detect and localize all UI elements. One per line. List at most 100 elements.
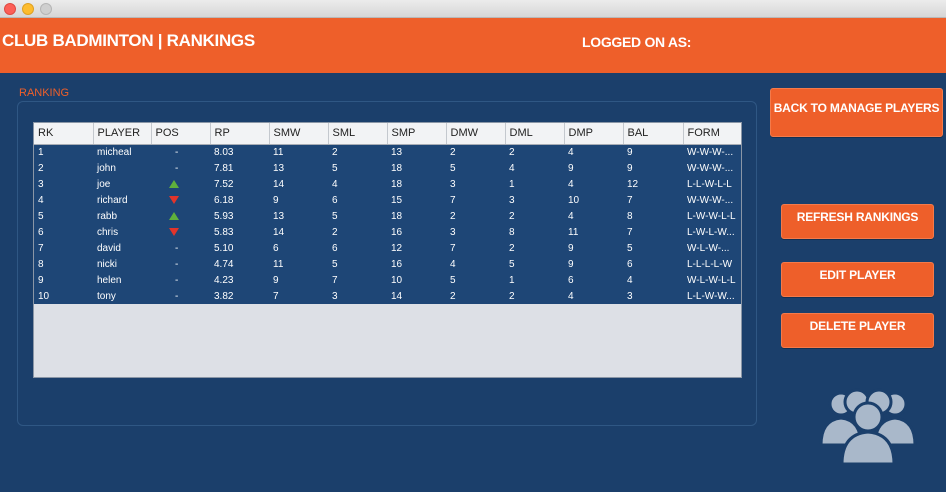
column-header-smp[interactable]: SMP — [387, 123, 447, 145]
cell-form: W-W-W-... — [687, 162, 734, 174]
ranking-section-label: RANKING — [19, 87, 70, 99]
cell-rk: 5 — [38, 210, 44, 222]
zoom-window-button[interactable] — [40, 3, 52, 15]
cell-bal: 7 — [627, 226, 633, 238]
refresh-rankings-button[interactable]: REFRESH RANKINGS — [781, 204, 934, 239]
pos-unchanged: - — [175, 274, 179, 286]
cell-rk: 6 — [38, 226, 44, 238]
table-row[interactable]: 9 helen - 4.23 9 7 10 5 1 6 4 W-L-W-L-L — [34, 272, 741, 288]
column-header-smw[interactable]: SMW — [269, 123, 329, 145]
cell-rk: 1 — [38, 146, 44, 158]
cell-player: richard — [97, 194, 128, 206]
cell-bal: 5 — [627, 242, 633, 254]
column-header-bal[interactable]: BAL — [623, 123, 684, 145]
cell-player: tony — [97, 290, 116, 302]
cell-sml: 6 — [332, 242, 338, 254]
pos-unchanged: - — [175, 258, 179, 270]
cell-smw: 9 — [273, 194, 279, 206]
table-row[interactable]: 5 rabb 5.93 13 5 18 2 2 4 8 L-W-W-L-L — [34, 208, 741, 224]
cell-smp: 14 — [391, 290, 403, 302]
cell-sml: 2 — [332, 226, 338, 238]
cell-dmw: 3 — [450, 226, 456, 238]
table-header-row: RK PLAYER POS RP SMW SML SMP DMW DML DMP BAL FORM — [34, 123, 741, 145]
column-header-sml[interactable]: SML — [328, 123, 388, 145]
cell-dml: 3 — [509, 194, 515, 206]
page-title: CLUB BADMINTON | RANKINGS — [2, 31, 255, 50]
table-row[interactable]: 10 tony - 3.82 7 3 14 2 2 4 3 L-L-W-W... — [34, 288, 741, 304]
cell-form: L-L-L-L-W — [687, 258, 733, 270]
cell-pos — [151, 176, 210, 192]
cell-dml: 1 — [509, 274, 515, 286]
cell-pos — [151, 208, 210, 224]
cell-smp: 12 — [391, 242, 403, 254]
cell-sml: 5 — [332, 210, 338, 222]
cell-dmp: 9 — [568, 242, 574, 254]
table-row[interactable]: 6 chris 5.83 14 2 16 3 8 11 7 L-W-L-W... — [34, 224, 741, 240]
column-header-player[interactable]: PLAYER — [93, 123, 152, 145]
cell-rp: 5.93 — [214, 210, 234, 222]
cell-smw: 13 — [273, 162, 285, 174]
cell-player: nicki — [97, 258, 118, 270]
pos-unchanged: - — [175, 146, 179, 158]
column-header-rp[interactable]: RP — [210, 123, 270, 145]
table-row[interactable]: 3 joe 7.52 14 4 18 3 1 4 12 L-L-W-L-L — [34, 176, 741, 192]
table-row[interactable]: 2 john - 7.81 13 5 18 5 4 9 9 W-W-W-... — [34, 160, 741, 176]
cell-bal: 9 — [627, 146, 633, 158]
column-header-pos[interactable]: POS — [151, 123, 211, 145]
table-body: 1 micheal -8.03 11 2 13 2 2 4 9 W-W-W-... 2 john -7.8… — [34, 144, 741, 304]
cell-smp: 18 — [391, 210, 403, 222]
pos-unchanged: - — [175, 242, 179, 254]
cell-rk: 2 — [38, 162, 44, 174]
cell-rp: 7.52 — [214, 178, 234, 190]
rankings-table: RK PLAYER POS RP SMW SML SMP DMW DML DMP BAL FORM 1… — [34, 123, 741, 304]
cell-dmw: 2 — [450, 210, 456, 222]
arrow-up-icon — [169, 179, 179, 188]
table-row[interactable]: 8 nicki - 4.74 11 5 16 4 5 9 6 L-L-L-L-W — [34, 256, 741, 272]
cell-smw: 11 — [273, 258, 284, 270]
cell-smw: 13 — [273, 210, 285, 222]
cell-dmw: 5 — [450, 274, 456, 286]
minimize-window-button[interactable] — [22, 3, 34, 15]
cell-bal: 3 — [627, 290, 633, 302]
edit-player-button[interactable]: EDIT PLAYER — [781, 262, 934, 297]
cell-bal: 8 — [627, 210, 633, 222]
cell-pos — [151, 192, 210, 208]
cell-sml: 7 — [332, 274, 338, 286]
pos-unchanged: - — [175, 162, 179, 174]
column-header-rk[interactable]: RK — [34, 123, 94, 145]
cell-pos: - — [151, 288, 210, 304]
cell-smp: 13 — [391, 146, 403, 158]
cell-dmp: 6 — [568, 274, 574, 286]
cell-rp: 7.81 — [214, 162, 234, 174]
cell-dmw: 7 — [450, 242, 456, 254]
cell-dmp: 4 — [568, 146, 574, 158]
table-row[interactable]: 1 micheal - 8.03 11 2 13 2 2 4 9 W-W-W-... — [34, 144, 741, 160]
arrow-down-icon — [169, 227, 179, 236]
column-header-form[interactable]: FORM — [683, 123, 741, 145]
cell-dmw: 7 — [450, 194, 456, 206]
close-window-button[interactable] — [4, 3, 16, 15]
delete-player-button[interactable]: DELETE PLAYER — [781, 313, 934, 348]
pos-unchanged: - — [175, 290, 179, 302]
table-row[interactable]: 4 richard 6.18 9 6 15 7 3 10 7 W-W-W-... — [34, 192, 741, 208]
column-header-dmw[interactable]: DMW — [446, 123, 506, 145]
cell-sml: 5 — [332, 162, 338, 174]
cell-dmp: 4 — [568, 290, 574, 302]
cell-form: L-W-W-L-L — [687, 210, 736, 222]
cell-bal: 12 — [627, 178, 639, 190]
cell-rk: 9 — [38, 274, 44, 286]
cell-sml: 6 — [332, 194, 338, 206]
rankings-table-container[interactable]: RK PLAYER POS RP SMW SML SMP DMW DML DMP BAL FORM 1… — [33, 122, 742, 378]
cell-player: john — [97, 162, 116, 174]
table-row[interactable]: 7 david - 5.10 6 6 12 7 2 9 5 W-L-W-... — [34, 240, 741, 256]
cell-pos: - — [151, 144, 210, 160]
cell-dml: 1 — [509, 178, 515, 190]
column-header-dmp[interactable]: DMP — [564, 123, 624, 145]
column-header-dml[interactable]: DML — [505, 123, 565, 145]
cell-form: L-L-W-W... — [687, 290, 735, 302]
cell-dmp: 11 — [568, 226, 579, 238]
cell-bal: 7 — [627, 194, 633, 206]
cell-pos — [151, 224, 210, 240]
back-to-manage-players-button[interactable]: BACK TO MANAGE PLAYERS — [770, 88, 943, 137]
cell-smw: 9 — [273, 274, 279, 286]
